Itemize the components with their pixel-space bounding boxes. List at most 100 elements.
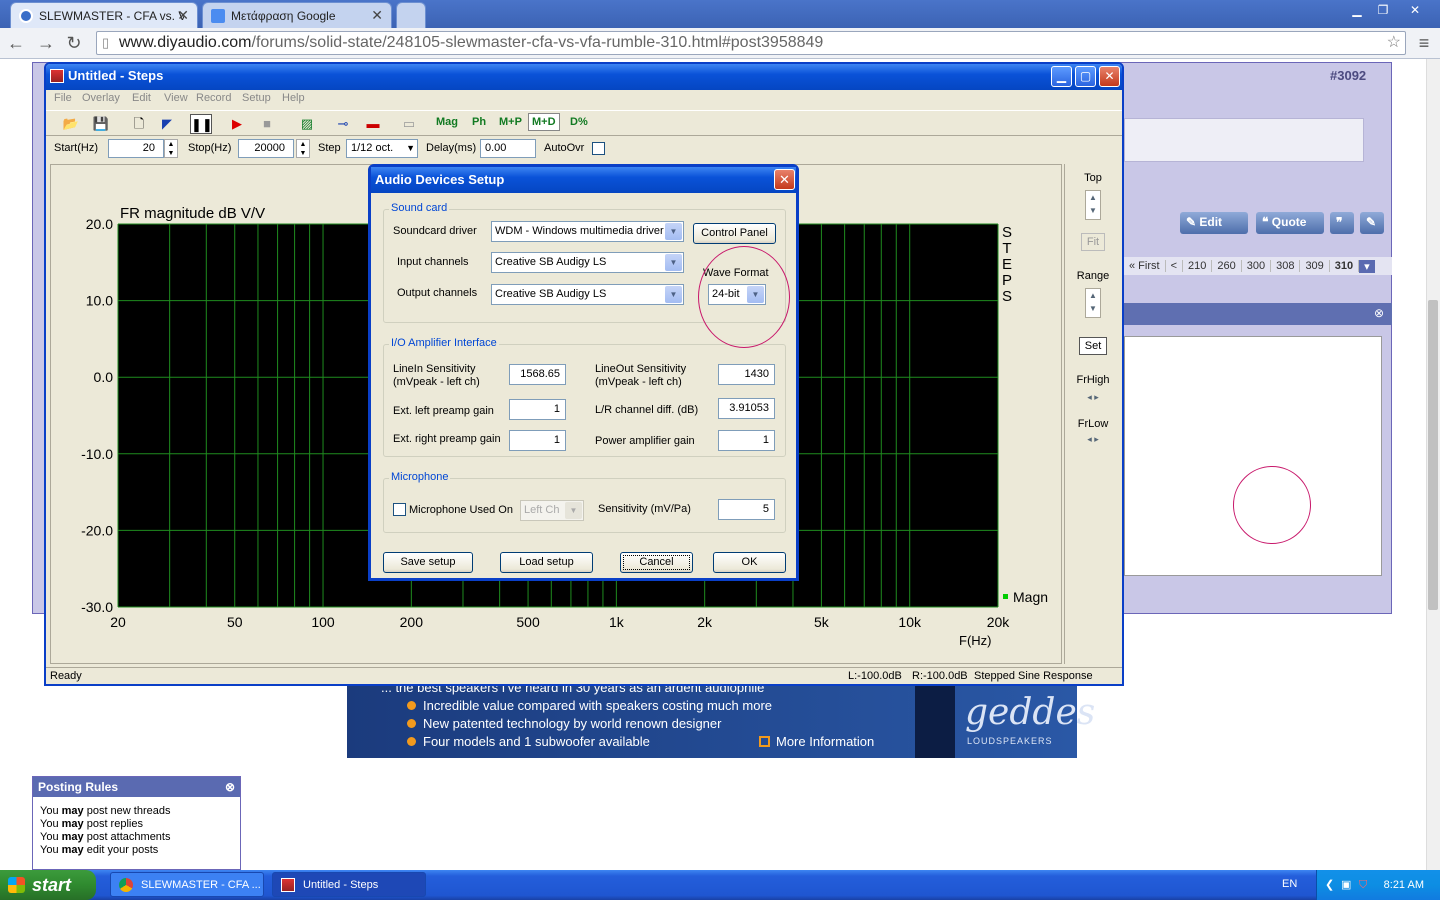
lineout-field[interactable]: 1430 (718, 364, 775, 385)
start-spinner[interactable]: ▲ ▼ (164, 139, 178, 158)
close-tab-icon[interactable]: ✕ (371, 7, 383, 24)
steps-titlebar[interactable]: Untitled - Steps (46, 64, 1122, 90)
maximize-window-button[interactable]: ▢ (1075, 66, 1096, 87)
pager-prev[interactable]: < (1166, 260, 1183, 272)
power-amp-field[interactable]: 1 (718, 430, 775, 451)
mag-button[interactable]: Mag (436, 116, 458, 128)
taskbar-item-chrome[interactable]: SLEWMASTER - CFA ... (110, 872, 264, 897)
address-bar[interactable]: ▯ www.diyaudio.com/forums/solid-state/24… (96, 31, 1406, 55)
dialog-titlebar[interactable]: Audio Devices Setup (371, 167, 796, 193)
range-spinner[interactable]: ▲ ▼ (1085, 288, 1101, 318)
menu-overlay[interactable]: Overlay (82, 92, 120, 104)
menu-setup[interactable]: Setup (242, 92, 271, 104)
advertisement-banner[interactable]: ... the best speakers I've heard in 30 y… (347, 680, 1095, 758)
close-browser-button[interactable]: ✕ (1404, 2, 1426, 18)
stop-spinner[interactable]: ▲ ▼ (296, 139, 310, 158)
taskbar-item-steps[interactable]: Untitled - Steps (272, 872, 426, 897)
post-number[interactable]: #3092 (1330, 68, 1366, 83)
input-channels-select[interactable]: Creative SB Audigy LS ▼ (491, 252, 684, 273)
restore-browser-button[interactable]: ❐ (1372, 2, 1394, 18)
close-tab-icon[interactable]: ✕ (177, 7, 189, 24)
clock[interactable]: 8:21 AM (1384, 879, 1424, 891)
fit-button[interactable]: Fit (1080, 233, 1106, 251)
pager-page[interactable]: 300 (1242, 260, 1272, 272)
stop-field[interactable]: 20000 (238, 139, 294, 158)
play-icon[interactable]: ▶ (226, 114, 248, 134)
menu-edit[interactable]: Edit (132, 92, 151, 104)
quote-button[interactable]: ❝ Quote (1256, 212, 1324, 234)
pause-icon[interactable]: ❚❚ (190, 114, 213, 134)
step-select[interactable]: 1/12 oct. ▼ (346, 139, 418, 158)
delay-field[interactable]: 0.00 (480, 139, 536, 158)
minimize-browser-button[interactable]: ▁ (1346, 2, 1368, 18)
collapse-icon[interactable]: ⊗ (1374, 306, 1384, 320)
tab-google-translate[interactable]: Μετάφραση Google ✕ (202, 2, 392, 28)
menu-help[interactable]: Help (282, 92, 305, 104)
edit-button[interactable]: ✎ Edit (1180, 212, 1248, 234)
save-setup-button[interactable]: Save setup (383, 552, 473, 573)
quick-reply-icon[interactable]: ✎ (1360, 212, 1384, 234)
microphone-used-checkbox[interactable] (393, 503, 406, 516)
set-button[interactable]: Set (1078, 337, 1108, 355)
tray-expand-icon[interactable]: ❮ (1325, 870, 1334, 900)
soundcard-driver-select[interactable]: WDM - Windows multimedia driver ▼ (491, 221, 684, 242)
mag-phase-button[interactable]: M+P (499, 116, 522, 128)
ad-more-info-link[interactable]: More Information (759, 734, 874, 749)
measure-icon[interactable]: ⊸ (332, 114, 354, 134)
ext-left-field[interactable]: 1 (509, 399, 566, 420)
security-shield-icon[interactable]: ⛉ (1359, 870, 1367, 900)
back-arrow-icon[interactable]: ← (6, 33, 26, 53)
pager-page[interactable]: 260 (1212, 260, 1242, 272)
lr-diff-field[interactable]: 3.91053 (718, 398, 775, 419)
output-channels-select[interactable]: Creative SB Audigy LS ▼ (491, 284, 684, 305)
new-document-icon[interactable]: 🗋 (128, 114, 150, 134)
bookmark-star-icon[interactable]: ☆ (1387, 32, 1401, 54)
menu-record[interactable]: Record (196, 92, 231, 104)
close-window-button[interactable]: ✕ (1099, 66, 1120, 87)
quick-reply-editor[interactable] (1124, 336, 1382, 576)
start-button[interactable]: start (0, 870, 96, 900)
new-tab-button[interactable] (396, 2, 426, 28)
menu-view[interactable]: View (164, 92, 188, 104)
top-spinner[interactable]: ▲ ▼ (1085, 190, 1101, 220)
autoovr-checkbox[interactable] (592, 142, 605, 155)
reload-icon[interactable]: ↻ (64, 33, 84, 53)
pager-first[interactable]: « First (1124, 260, 1166, 272)
ok-button[interactable]: OK (713, 552, 786, 573)
frlow-arrows[interactable]: ◂ ▸ (1065, 434, 1121, 445)
tab-slewmaster[interactable]: SLEWMASTER - CFA vs. VFA ✕ (10, 2, 198, 28)
open-folder-icon[interactable]: 📂 (60, 114, 82, 134)
forward-arrow-icon[interactable]: → (36, 33, 56, 53)
language-indicator[interactable]: EN (1282, 878, 1297, 890)
phase-button[interactable]: Ph (472, 116, 486, 128)
browser-menu-icon[interactable]: ≡ (1414, 33, 1434, 53)
marker-icon[interactable]: ◤ (156, 114, 178, 134)
pager-dropdown-icon[interactable]: ▾ (1359, 259, 1375, 273)
pager-page[interactable]: 308 (1271, 260, 1301, 272)
pager-page[interactable]: 210 (1183, 260, 1213, 272)
ext-right-field[interactable]: 1 (509, 430, 566, 451)
linein-field[interactable]: 1568.65 (509, 364, 566, 385)
save-icon[interactable]: 💾 (90, 114, 112, 134)
chart-icon[interactable]: ▨ (296, 114, 318, 134)
multiquote-icon[interactable]: ❞ (1330, 212, 1354, 234)
stop-icon[interactable]: ■ (256, 114, 278, 134)
scrollbar-thumb[interactable] (1428, 300, 1438, 610)
sensitivity-field[interactable]: 5 (718, 499, 775, 520)
frhigh-arrows[interactable]: ◂ ▸ (1065, 392, 1121, 403)
load-setup-button[interactable]: Load setup (500, 552, 593, 573)
network-icon[interactable]: ▣ (1341, 870, 1351, 900)
microphone-channel-select[interactable]: Left Ch ▼ (520, 500, 584, 521)
mag-distortion-button[interactable]: M+D (528, 113, 560, 131)
pager-page[interactable]: 309 (1300, 260, 1330, 272)
start-field[interactable]: 20 (108, 139, 164, 158)
record-icon[interactable]: ▭ (398, 114, 420, 134)
collapse-icon[interactable]: ⊗ (225, 777, 235, 797)
menu-file[interactable]: File (54, 92, 72, 104)
control-panel-button[interactable]: Control Panel (693, 223, 776, 244)
cancel-button[interactable]: Cancel (620, 552, 693, 573)
minimize-window-button[interactable]: ▁ (1051, 66, 1072, 87)
distortion-percent-button[interactable]: D% (570, 116, 588, 128)
generator-icon[interactable]: ▬ (362, 114, 384, 134)
dialog-close-button[interactable]: ✕ (774, 169, 795, 190)
